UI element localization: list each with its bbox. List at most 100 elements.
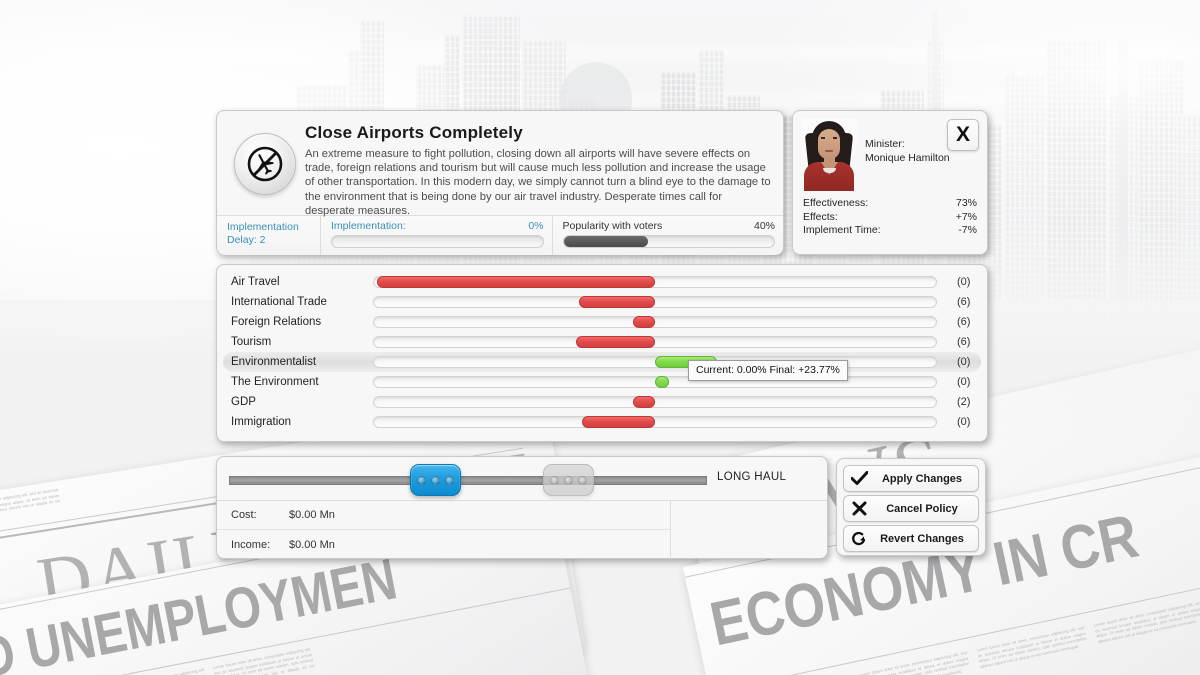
- stat-value: 73%: [955, 197, 977, 209]
- effect-bar-fill: [581, 416, 655, 428]
- minister-stats: Effectiveness: 73% Effects: +7% Implemen…: [793, 193, 987, 244]
- effect-bar-track: [373, 336, 937, 348]
- grip-dot-icon: [444, 475, 454, 485]
- effect-row[interactable]: Tourism (6): [217, 332, 987, 352]
- policy-slider-panel: LONG HAUL Cost: $0.00 Mn Income: $0.00 M…: [216, 456, 828, 559]
- stat-label: Implement Time:: [803, 224, 881, 236]
- slider-track[interactable]: [229, 476, 707, 485]
- effect-row[interactable]: Foreign Relations (6): [217, 312, 987, 332]
- effect-label: International Trade: [231, 296, 327, 308]
- effect-row[interactable]: GDP (2): [217, 392, 987, 412]
- popularity-bar: [562, 235, 775, 248]
- apply-changes-label: Apply Changes: [881, 472, 963, 485]
- revert-changes-label: Revert Changes: [880, 532, 964, 545]
- effect-bar-wrap: [373, 376, 943, 388]
- effect-bar-fill: [579, 296, 655, 308]
- effect-bar-track: [373, 356, 937, 368]
- effect-row[interactable]: Environmentalist (0): [217, 352, 987, 372]
- cancel-policy-label: Cancel Policy: [886, 502, 958, 515]
- grip-dot-icon: [564, 475, 574, 485]
- cost-value: $0.00 Mn: [289, 509, 335, 521]
- cross-icon: [844, 501, 874, 516]
- slider-handle-ghost: [543, 464, 595, 496]
- effect-bar-fill: [576, 336, 655, 348]
- grip-dot-icon: [416, 475, 426, 485]
- revert-icon: [844, 531, 874, 547]
- effect-bar-wrap: [373, 276, 943, 288]
- popularity-value: 40%: [753, 220, 775, 232]
- effect-label: Air Travel: [231, 276, 280, 288]
- actions-panel: Apply Changes Cancel Policy Revert Chang…: [836, 458, 986, 556]
- effect-bar-wrap: [373, 316, 943, 328]
- effect-label: GDP: [231, 396, 256, 408]
- grip-dot-icon: [430, 475, 440, 485]
- finance-extra-panel: [671, 501, 827, 559]
- slider-area: LONG HAUL: [217, 457, 827, 501]
- effect-bar-fill: [632, 396, 655, 408]
- effect-row[interactable]: Air Travel (0): [217, 272, 987, 292]
- check-icon: [844, 471, 874, 486]
- stat-label: Effectiveness:: [803, 197, 869, 209]
- minister-role-label: Minister:: [865, 138, 905, 150]
- effect-bar-track: [373, 316, 937, 328]
- implementation-delay: Implementation Delay: 2: [217, 216, 321, 255]
- effect-bar-wrap: [373, 396, 943, 408]
- effect-bar-wrap: [373, 296, 943, 308]
- effect-bar-wrap: [373, 416, 943, 428]
- effect-value: (6): [957, 296, 971, 308]
- cost-label: Cost:: [231, 509, 257, 521]
- effect-label: Tourism: [231, 336, 272, 348]
- effect-tooltip: Current: 0.00% Final: +23.77%: [688, 360, 848, 381]
- revert-changes-button[interactable]: Revert Changes: [843, 525, 979, 552]
- effect-bar-wrap: [373, 336, 943, 348]
- policy-detail-panel: Close Airports Completely An extreme mea…: [216, 110, 784, 255]
- effect-bar-fill: [632, 316, 655, 328]
- effect-label: Immigration: [231, 416, 292, 428]
- effect-bar-track: [373, 376, 937, 388]
- effect-row[interactable]: Immigration (0): [217, 412, 987, 432]
- no-airplane-icon: [234, 133, 296, 195]
- effect-value: (0): [957, 356, 971, 368]
- stat-label: Effects:: [803, 210, 838, 223]
- cancel-policy-button[interactable]: Cancel Policy: [843, 495, 979, 522]
- effects-panel: Air Travel (0) International Trade (6) Forei…: [216, 264, 988, 442]
- effect-value: (0): [957, 376, 971, 388]
- effect-bar-fill: [655, 376, 670, 388]
- grip-dot-icon: [550, 475, 560, 485]
- effect-label: Foreign Relations: [231, 316, 322, 328]
- page-title: Close Airports Completely: [305, 123, 523, 142]
- newspaper-body-text: Lorem ipsum dolor sit amet, consectetur …: [858, 649, 970, 675]
- effect-bar-track: [373, 276, 937, 288]
- apply-changes-button[interactable]: Apply Changes: [843, 465, 979, 492]
- effect-value: (2): [957, 396, 971, 408]
- effect-value: (0): [957, 276, 971, 288]
- effect-bar-track: [373, 296, 937, 308]
- effect-bar-wrap: [373, 356, 943, 368]
- stat-value: +7%: [955, 210, 977, 223]
- effect-value: (0): [957, 416, 971, 428]
- implementation-value: 0%: [528, 220, 544, 232]
- effect-label: Environmentalist: [231, 356, 317, 368]
- slider-caption: LONG HAUL: [717, 471, 787, 483]
- effect-bar-track: [373, 416, 937, 428]
- income-row: Income: $0.00 Mn: [217, 530, 670, 559]
- minister-panel: Minister: Monique Hamilton Effectiveness…: [792, 110, 988, 255]
- implementation-progress: Implementation: 0%: [321, 216, 553, 255]
- cost-row: Cost: $0.00 Mn: [217, 501, 670, 530]
- effect-value: (6): [957, 316, 971, 328]
- minister-stat-row: Effectiveness: 73%: [803, 197, 977, 211]
- effect-bar-track: [373, 396, 937, 408]
- minister-stat-row: Implement Time: -7%: [803, 224, 977, 238]
- minister-name: Monique Hamilton: [865, 152, 950, 164]
- close-icon[interactable]: X: [947, 119, 979, 151]
- effect-bar-fill: [376, 276, 655, 288]
- effect-value: (6): [957, 336, 971, 348]
- effect-row[interactable]: The Environment (0): [217, 372, 987, 392]
- effect-row[interactable]: International Trade (6): [217, 292, 987, 312]
- slider-handle[interactable]: [409, 464, 461, 496]
- income-value: $0.00 Mn: [289, 538, 335, 551]
- implementation-bar: [331, 235, 544, 248]
- grip-dot-icon: [578, 475, 588, 485]
- minister-stat-row: Effects: +7%: [803, 211, 977, 225]
- avatar: [801, 119, 857, 191]
